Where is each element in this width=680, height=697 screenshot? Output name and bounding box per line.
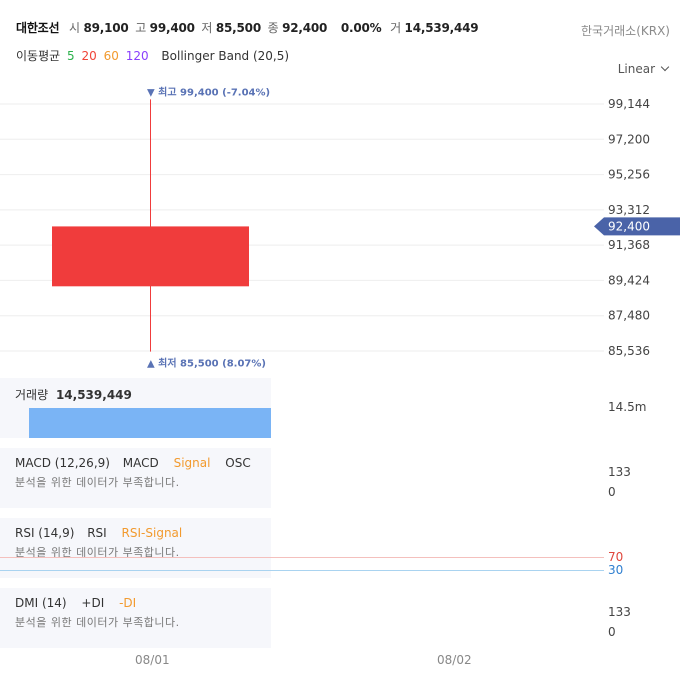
exchange-label: 한국거래소(KRX) [581, 24, 670, 38]
y-tick-label: 99,144 [608, 97, 650, 111]
y-tick-label: 85,536 [608, 344, 650, 358]
scale-dropdown[interactable]: Linear [617, 62, 670, 76]
x-tick-0801: 08/01 [135, 653, 170, 667]
volume-label: 거 [390, 21, 401, 35]
rsi-series: RSI [87, 526, 107, 540]
volume-panel: 거래량 14,539,449 [0, 378, 271, 438]
macd-panel: MACD (12,26,9) MACD Signal OSC 분석을 위한 데이… [0, 448, 271, 508]
high-label: 고 [135, 21, 147, 35]
y-tick-label: 91,368 [608, 238, 650, 252]
y-tick-label: 93,312 [608, 203, 650, 217]
volume-axis-label: 14.5m [608, 400, 647, 414]
open-value: 89,100 [83, 21, 129, 35]
chevron-down-icon [660, 62, 670, 72]
y-tick-label: 97,200 [608, 132, 650, 146]
macd-legend: MACD (12,26,9) MACD Signal OSC [15, 456, 251, 470]
rsi-signal: RSI-Signal [121, 526, 183, 540]
change-percent: 0.00% [340, 21, 382, 35]
macd-series: MACD [122, 456, 159, 470]
macd-osc: OSC [225, 456, 251, 470]
price-header: 대한조선 시 89,100 고 99,400 저 85,500 종 92,400… [16, 19, 479, 36]
open-label: 시 [69, 21, 80, 35]
macd-y-top: 133 [608, 465, 631, 479]
rsi-level-30: 30 [608, 563, 624, 577]
y-tick-label: 87,480 [608, 309, 650, 323]
rsi-panel: RSI (14,9) RSI RSI-Signal 분석을 위한 데이터가 부족… [0, 518, 271, 578]
bollinger-label[interactable]: Bollinger Band (20,5) [161, 49, 289, 63]
ma-label: 이동평균 [16, 49, 61, 63]
volume-value: 14,539,449 [404, 21, 479, 35]
ma-120[interactable]: 120 [126, 49, 149, 63]
ma-legend: 이동평균 5 20 60 120 Bollinger Band (20,5) [16, 47, 292, 64]
rsi-level-70: 70 [608, 550, 624, 564]
scale-value: Linear [617, 62, 655, 76]
rsi-title: RSI (14,9) [15, 526, 75, 540]
dmi-legend: DMI (14) +DI -DI [15, 596, 136, 610]
stock-name: 대한조선 [16, 21, 60, 35]
dmi-y-top: 133 [608, 605, 631, 619]
low-value: 85,500 [215, 21, 261, 35]
high-annotation: ▼ 최고 99,400 (-7.04%) [147, 85, 270, 98]
rsi-legend: RSI (14,9) RSI RSI-Signal [15, 526, 182, 540]
candle-body [52, 226, 249, 287]
volume-title: 거래량 [15, 388, 49, 402]
high-value: 99,400 [149, 21, 195, 35]
rsi-level-30-line [0, 570, 604, 571]
ma-60[interactable]: 60 [104, 49, 119, 63]
dmi-panel: DMI (14) +DI -DI 분석을 위한 데이터가 부족합니다. [0, 588, 271, 648]
x-tick-0802: 08/02 [437, 653, 472, 667]
dmi-plus: +DI [81, 596, 105, 610]
close-label: 종 [267, 21, 279, 35]
current-price-label: 92,400 [608, 219, 650, 233]
macd-message: 분석을 위한 데이터가 부족합니다. [15, 476, 180, 489]
dmi-y-bottom: 0 [608, 625, 616, 639]
low-annotation: ▲ 최저 85,500 (8.07%) [147, 357, 266, 370]
dmi-title: DMI (14) [15, 596, 67, 610]
y-tick-label: 89,424 [608, 273, 650, 287]
macd-signal: Signal [173, 456, 211, 470]
current-price-tag [594, 217, 680, 236]
ma-20[interactable]: 20 [81, 49, 96, 63]
volume-total: 14,539,449 [55, 388, 132, 402]
dmi-minus: -DI [119, 596, 137, 610]
macd-y-bottom: 0 [608, 485, 616, 499]
rsi-level-70-line [0, 557, 604, 558]
volume-title-row: 거래량 14,539,449 [15, 386, 132, 403]
ma-5[interactable]: 5 [67, 49, 75, 63]
volume-bar [29, 408, 271, 438]
close-value: 92,400 [282, 21, 328, 35]
low-label: 저 [201, 21, 213, 35]
dmi-message: 분석을 위한 데이터가 부족합니다. [15, 616, 180, 629]
y-tick-label: 95,256 [608, 168, 650, 182]
macd-title: MACD (12,26,9) [15, 456, 110, 470]
